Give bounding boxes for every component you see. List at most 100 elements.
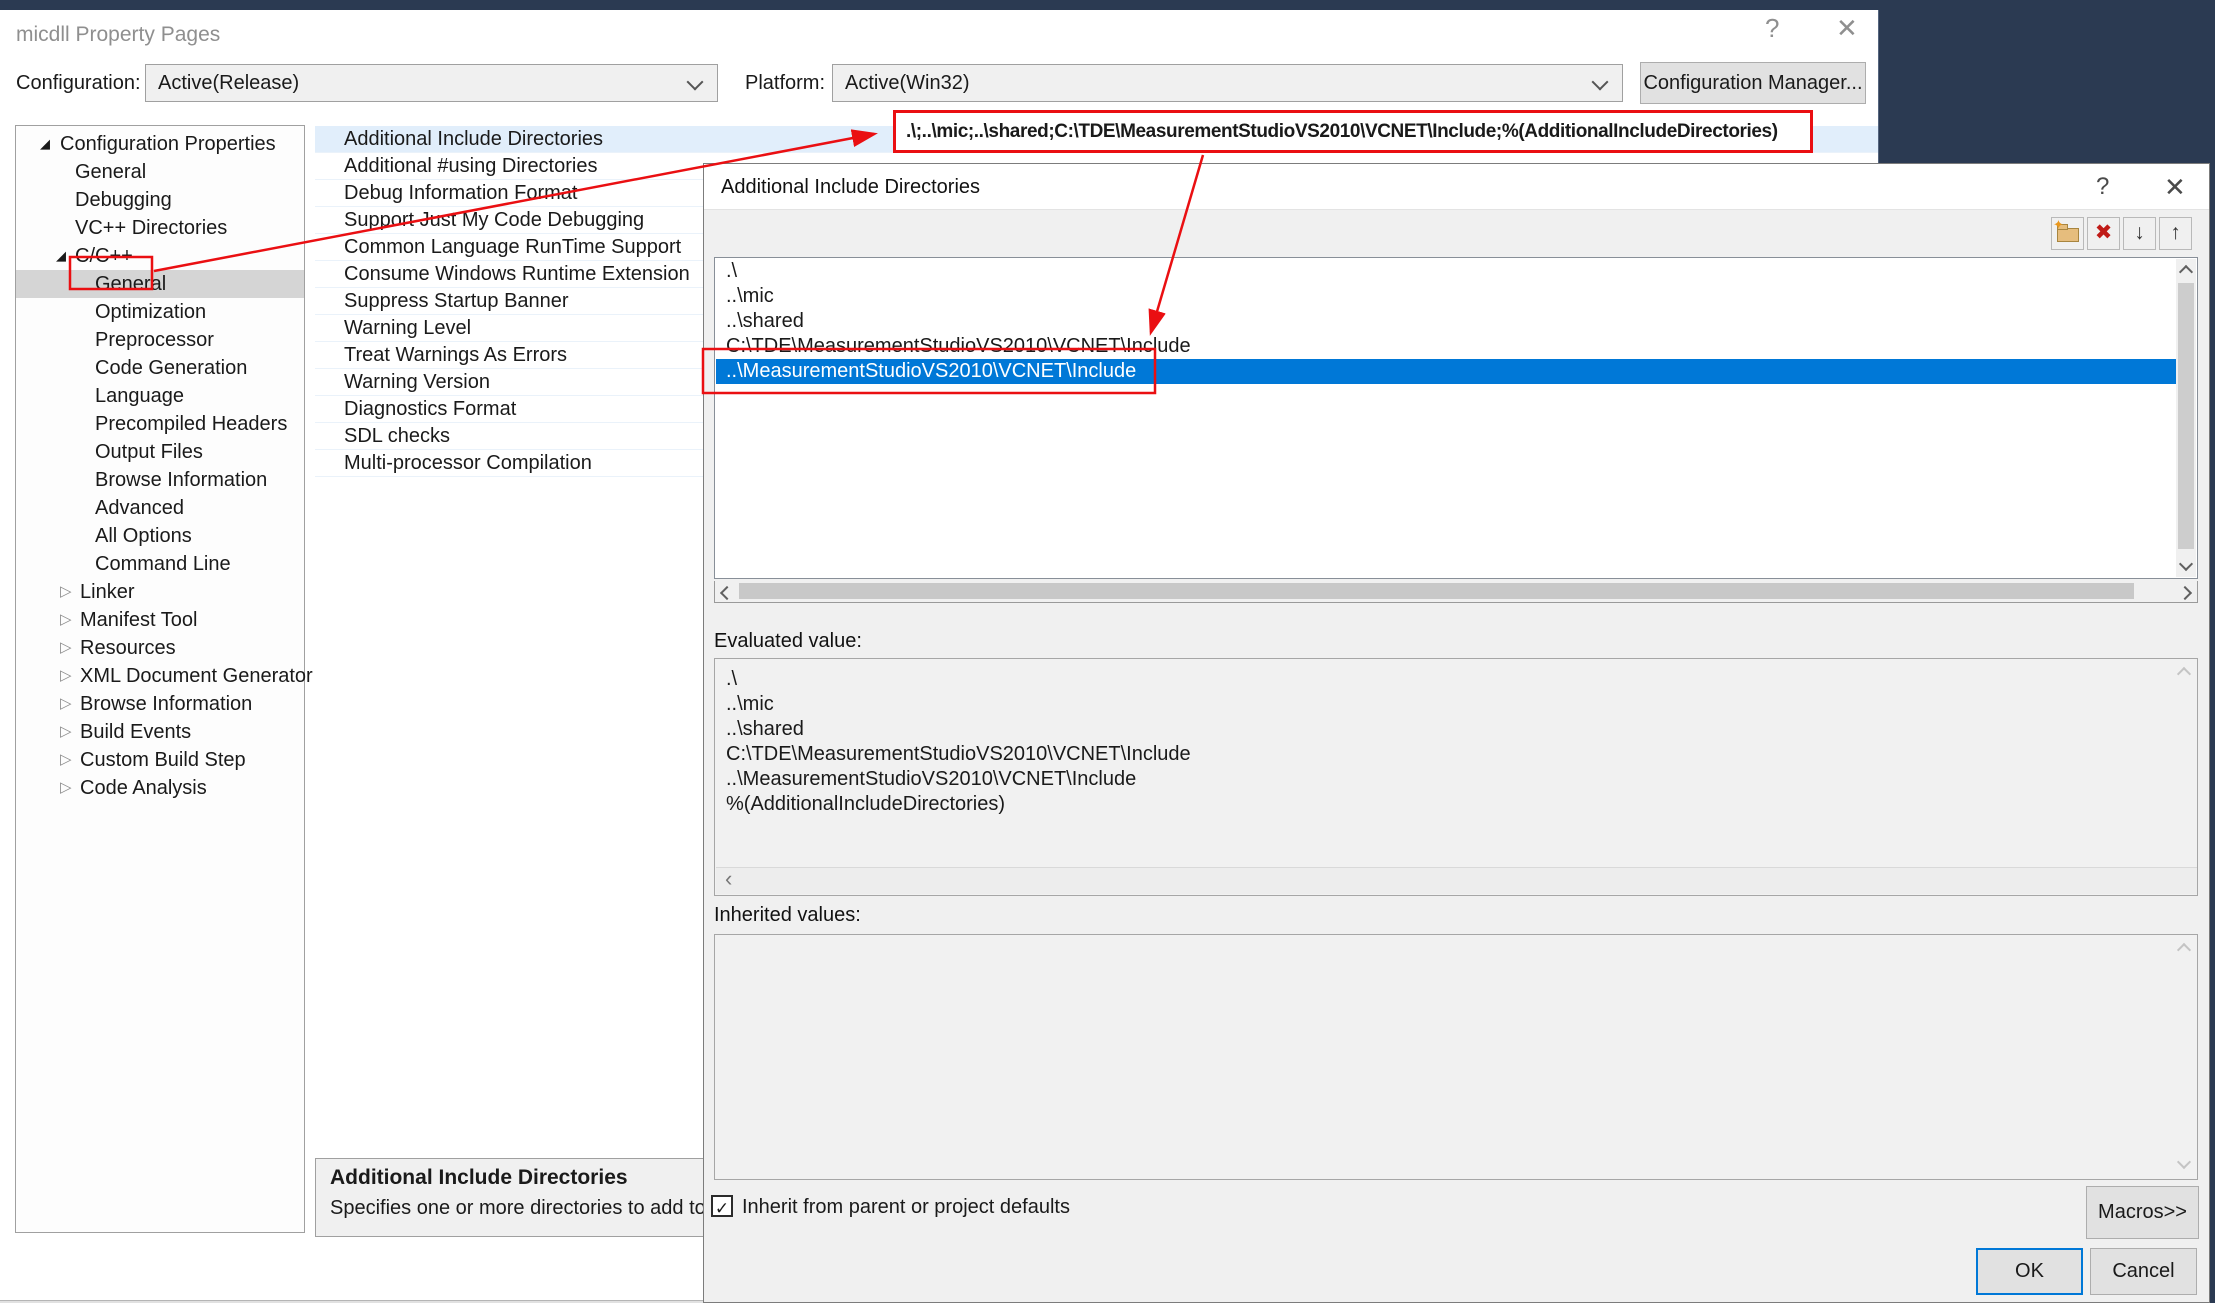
scroll-down-icon[interactable] [2179, 557, 2193, 571]
tree-item-debugging[interactable]: Debugging [16, 186, 304, 214]
tree-item-xml-document-generator[interactable]: ▷XML Document Generator [16, 662, 304, 690]
tree-item-label: Advanced [95, 494, 184, 522]
tree-item-c-cpp-general[interactable]: General [16, 270, 304, 298]
window-title: micdll Property Pages [16, 23, 220, 47]
scroll-left-icon[interactable]: ‹ [725, 866, 732, 892]
scrollbar-thumb[interactable] [2178, 283, 2194, 549]
tree-item-label: Manifest Tool [80, 606, 197, 634]
check-icon: ✓ [715, 1199, 729, 1218]
configuration-label: Configuration: [16, 72, 141, 95]
tree-item-label: All Options [95, 522, 192, 550]
tree-item-label: Preprocessor [95, 326, 214, 354]
tree-item-browse-information-2[interactable]: ▷Browse Information [16, 690, 304, 718]
cancel-button[interactable]: Cancel [2090, 1248, 2197, 1295]
scroll-up-icon[interactable] [2177, 943, 2191, 957]
tree-item-label: Build Events [80, 718, 191, 746]
inherited-values-box [714, 934, 2198, 1180]
tree-collapsed-icon[interactable]: ▷ [60, 578, 72, 606]
scroll-up-icon[interactable] [2177, 667, 2191, 681]
scrollbar-thumb[interactable] [739, 583, 2134, 599]
tree-item-custom-build-step[interactable]: ▷ Custom Build Step [16, 746, 304, 774]
tree-collapsed-icon[interactable]: ▷ [60, 718, 72, 746]
tree-item-code-analysis[interactable]: ▷ Code Analysis [16, 774, 304, 802]
configuration-value: Active(Release) [158, 65, 299, 101]
description-title: Additional Include Directories [330, 1166, 628, 1190]
tree-collapsed-icon[interactable]: ▷ [60, 774, 72, 802]
tree-collapsed-icon[interactable]: ▷ [60, 690, 72, 718]
window-close-icon[interactable]: ✕ [1836, 15, 1858, 41]
configuration-manager-button[interactable]: Configuration Manager... [1640, 62, 1866, 104]
tree-item-language[interactable]: Language [16, 382, 304, 410]
list-item[interactable]: ..\mic [716, 284, 2176, 309]
tree-item-label: Command Line [95, 550, 231, 578]
tree-item-browse-information[interactable]: Browse Information [16, 466, 304, 494]
tree-item-resources[interactable]: ▷ Resources [16, 634, 304, 662]
tree-collapsed-icon[interactable]: ▷ [60, 662, 72, 690]
tree-item-build-events[interactable]: ▷ Build Events [16, 718, 304, 746]
tree-item-label: Code Analysis [80, 774, 207, 802]
tree-item-code-generation[interactable]: Code Generation [16, 354, 304, 382]
tree-item-c-cpp[interactable]: ◢C/C++ [16, 242, 304, 270]
window-help-icon[interactable]: ? [1765, 15, 1779, 41]
tree-item-linker[interactable]: ▷Linker [16, 578, 304, 606]
tree-item-general[interactable]: General [16, 158, 304, 186]
additional-include-directories-dialog: Additional Include Directories ? ✕ ✦ ✖ ↓… [703, 163, 2210, 1303]
tree-item-advanced[interactable]: Advanced [16, 494, 304, 522]
directories-list: .\ ..\mic ..\shared C:\TDE\MeasurementSt… [714, 257, 2198, 579]
inherit-checkbox[interactable]: ✓ [711, 1195, 733, 1217]
tree-item-command-line[interactable]: Command Line [16, 550, 304, 578]
move-down-button[interactable]: ↓ [2123, 217, 2156, 250]
tree-item-precompiled-headers[interactable]: Precompiled Headers [16, 410, 304, 438]
tree-item-preprocessor[interactable]: Preprocessor [16, 326, 304, 354]
evaluated-horizontal-scrollbar[interactable]: ‹ [716, 867, 2197, 894]
macros-button[interactable]: Macros>> [2086, 1186, 2199, 1239]
scroll-up-icon[interactable] [2179, 265, 2193, 279]
tree-item-vcpp-directories[interactable]: VC++ Directories [16, 214, 304, 242]
scroll-down-icon[interactable] [2177, 1155, 2191, 1169]
tree-item-label: Resources [80, 634, 176, 662]
ok-button[interactable]: OK [1976, 1248, 2083, 1295]
list-item-selected[interactable]: ..\MeasurementStudioVS2010\VCNET\Include [716, 359, 2176, 384]
inherit-checkbox-label[interactable]: Inherit from parent or project defaults [742, 1196, 1070, 1219]
platform-select[interactable]: Active(Win32) [832, 64, 1623, 102]
list-item[interactable]: ..\shared [716, 309, 2176, 334]
dialog-help-icon[interactable]: ? [2096, 164, 2109, 210]
scroll-left-icon[interactable] [720, 586, 734, 600]
tree-item-label: XML Document Generator [80, 662, 313, 690]
delete-icon: ✖ [2095, 221, 2113, 244]
move-up-button[interactable]: ↑ [2159, 217, 2192, 250]
list-item[interactable]: C:\TDE\MeasurementStudioVS2010\VCNET\Inc… [716, 334, 2176, 359]
additional-include-directories-value[interactable]: .\;..\mic;..\shared;C:\TDE\MeasurementSt… [893, 110, 1813, 153]
dialog-titlebar: Additional Include Directories ? ✕ [704, 164, 2209, 210]
chevron-down-icon [687, 74, 704, 91]
tree-collapsed-icon[interactable]: ▷ [60, 606, 72, 634]
tree-item-optimization[interactable]: Optimization [16, 298, 304, 326]
evaluated-line: C:\TDE\MeasurementStudioVS2010\VCNET\Inc… [726, 742, 1191, 767]
tree-expanded-icon[interactable]: ◢ [40, 130, 50, 158]
delete-button[interactable]: ✖ [2087, 217, 2120, 250]
list-horizontal-scrollbar[interactable] [714, 581, 2198, 603]
evaluated-line: ..\MeasurementStudioVS2010\VCNET\Include [726, 767, 1136, 792]
tree-collapsed-icon[interactable]: ▷ [60, 746, 72, 774]
tree-item-configuration-properties[interactable]: ◢Configuration Properties [16, 130, 304, 158]
list-item[interactable]: .\ [716, 259, 2176, 284]
tree-item-label: Browse Information [95, 466, 267, 494]
tree-item-manifest-tool[interactable]: ▷ Manifest Tool [16, 606, 304, 634]
tree-item-label: Custom Build Step [80, 746, 246, 774]
evaluated-line: .\ [726, 667, 737, 692]
tree-item-label: Output Files [95, 438, 203, 466]
tree-item-output-files[interactable]: Output Files [16, 438, 304, 466]
new-line-button[interactable]: ✦ [2051, 217, 2084, 250]
tree-item-label: General [95, 270, 166, 298]
dialog-title: Additional Include Directories [721, 164, 980, 210]
list-vertical-scrollbar[interactable] [2176, 259, 2196, 577]
tree-expanded-icon[interactable]: ◢ [56, 242, 66, 270]
value-text: .\;..\mic;..\shared;C:\TDE\MeasurementSt… [906, 113, 1804, 150]
tree-item-label: Precompiled Headers [95, 410, 287, 438]
configuration-select[interactable]: Active(Release) [145, 64, 718, 102]
tree-item-label: Code Generation [95, 354, 247, 382]
tree-item-all-options[interactable]: All Options [16, 522, 304, 550]
tree-collapsed-icon[interactable]: ▷ [60, 634, 72, 662]
scroll-right-icon[interactable] [2178, 586, 2192, 600]
dialog-close-icon[interactable]: ✕ [2164, 164, 2186, 210]
